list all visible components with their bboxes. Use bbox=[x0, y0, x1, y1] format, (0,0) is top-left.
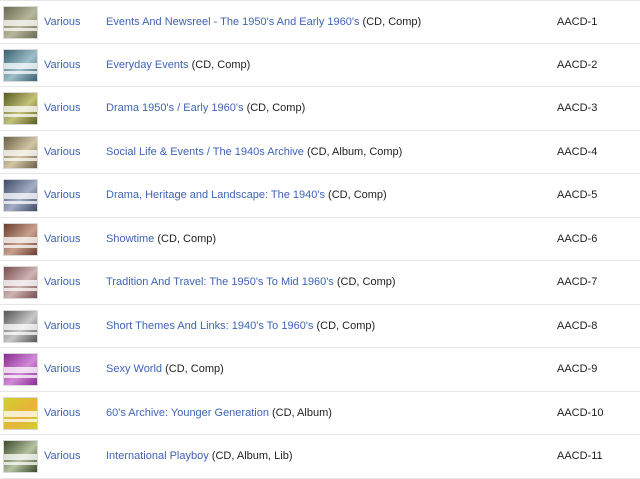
title-cell: 60's Archive: Younger Generation (CD, Al… bbox=[106, 392, 332, 435]
format-label: (CD, Comp) bbox=[191, 58, 251, 71]
catalog-number: AACD-3 bbox=[557, 102, 598, 114]
cover-thumbnail[interactable] bbox=[3, 440, 38, 473]
title-cell: Drama 1950's / Early 1960's (CD, Comp) bbox=[106, 87, 305, 130]
title-cell: Short Themes And Links: 1940's To 1960's… bbox=[106, 305, 375, 348]
artist-link[interactable]: Various bbox=[44, 261, 80, 304]
cover-thumbnail[interactable] bbox=[3, 309, 38, 343]
release-row: Various Short Themes And Links: 1940's T… bbox=[0, 305, 640, 348]
catalog-number: AACD-4 bbox=[557, 145, 598, 158]
release-title-link[interactable]: 60's Archive: Younger Generation bbox=[106, 407, 269, 419]
catalog-number: AACD-1 bbox=[557, 16, 598, 28]
catalog-number: AACD-8 bbox=[557, 319, 598, 332]
catalog-number: AACD-9 bbox=[557, 363, 598, 375]
artist-link[interactable]: Various bbox=[44, 44, 80, 87]
release-row: Various Tradition And Travel: The 1950's… bbox=[0, 261, 640, 305]
title-cell: Drama, Heritage and Landscape: The 1940'… bbox=[106, 174, 387, 217]
release-row: Various Everyday Events (CD, Comp) AACD-… bbox=[0, 44, 640, 87]
artist-link[interactable]: Various bbox=[44, 131, 80, 174]
artist-link[interactable]: Various bbox=[44, 174, 80, 217]
title-cell: Tradition And Travel: The 1950's To Mid … bbox=[106, 261, 396, 304]
format-label: (CD, Comp) bbox=[316, 319, 376, 332]
cover-thumbnail[interactable] bbox=[3, 92, 38, 125]
format-label: (CD, Comp) bbox=[165, 363, 224, 375]
release-title-link[interactable]: Everyday Events bbox=[106, 59, 189, 71]
release-title-link[interactable]: Drama, Heritage and Landscape: The 1940'… bbox=[106, 189, 325, 201]
title-cell: Social Life & Events / The 1940s Archive… bbox=[106, 131, 402, 174]
artist-link[interactable]: Various bbox=[44, 218, 80, 261]
format-label: (CD, Comp) bbox=[362, 16, 422, 28]
cover-thumbnail[interactable] bbox=[3, 179, 38, 212]
artist-link[interactable]: Various bbox=[44, 305, 80, 348]
release-row: Various Social Life & Events / The 1940s… bbox=[0, 131, 640, 174]
release-list: Various Events And Newsreel - The 1950's… bbox=[0, 0, 640, 479]
release-title-link[interactable]: Social Life & Events / The 1940s Archive bbox=[106, 146, 304, 158]
release-row: Various International Playboy (CD, Album… bbox=[0, 435, 640, 479]
cover-thumbnail[interactable] bbox=[3, 353, 38, 386]
release-title-link[interactable]: Tradition And Travel: The 1950's To Mid … bbox=[106, 276, 334, 288]
release-title-link[interactable]: International Playboy bbox=[106, 450, 209, 462]
format-label: (CD, Comp) bbox=[246, 102, 306, 114]
catalog-number: AACD-2 bbox=[557, 58, 598, 71]
title-cell: Events And Newsreel - The 1950's And Ear… bbox=[106, 1, 421, 44]
artist-link[interactable]: Various bbox=[44, 348, 80, 391]
release-row: Various Drama 1950's / Early 1960's (CD,… bbox=[0, 87, 640, 131]
release-row: Various 60's Archive: Younger Generation… bbox=[0, 392, 640, 435]
release-title-link[interactable]: Drama 1950's / Early 1960's bbox=[106, 102, 244, 114]
artist-link[interactable]: Various bbox=[44, 435, 80, 478]
catalog-number: AACD-6 bbox=[557, 232, 598, 245]
release-title-link[interactable]: Sexy World bbox=[106, 363, 162, 375]
catalog-number: AACD-10 bbox=[557, 406, 604, 419]
release-row: Various Events And Newsreel - The 1950's… bbox=[0, 0, 640, 44]
release-row: Various Drama, Heritage and Landscape: T… bbox=[0, 174, 640, 218]
format-label: (CD, Comp) bbox=[328, 189, 387, 201]
format-label: (CD, Album) bbox=[272, 406, 332, 419]
format-label: (CD, Album, Comp) bbox=[306, 145, 403, 158]
catalog-number: AACD-11 bbox=[557, 450, 603, 462]
cover-thumbnail[interactable] bbox=[3, 135, 38, 169]
title-cell: Sexy World (CD, Comp) bbox=[106, 348, 224, 391]
release-title-link[interactable]: Events And Newsreel - The 1950's And Ear… bbox=[106, 16, 359, 28]
cover-thumbnail[interactable] bbox=[3, 222, 38, 256]
release-row: Various Sexy World (CD, Comp) AACD-9 bbox=[0, 348, 640, 392]
release-title-link[interactable]: Short Themes And Links: 1940's To 1960's bbox=[106, 320, 313, 332]
format-label: (CD, Comp) bbox=[336, 276, 396, 288]
format-label: (CD, Album, Lib) bbox=[211, 450, 293, 462]
cover-thumbnail[interactable] bbox=[3, 48, 38, 82]
title-cell: International Playboy (CD, Album, Lib) bbox=[106, 435, 293, 478]
cover-thumbnail[interactable] bbox=[3, 396, 38, 430]
release-title-link[interactable]: Showtime bbox=[106, 233, 154, 245]
catalog-number: AACD-5 bbox=[557, 189, 598, 201]
catalog-number: AACD-7 bbox=[557, 276, 598, 288]
artist-link[interactable]: Various bbox=[44, 1, 80, 44]
cover-thumbnail[interactable] bbox=[3, 266, 38, 299]
title-cell: Showtime (CD, Comp) bbox=[106, 218, 216, 261]
format-label: (CD, Comp) bbox=[157, 232, 217, 245]
release-row: Various Showtime (CD, Comp) AACD-6 bbox=[0, 218, 640, 261]
cover-thumbnail[interactable] bbox=[3, 6, 38, 39]
title-cell: Everyday Events (CD, Comp) bbox=[106, 44, 250, 87]
artist-link[interactable]: Various bbox=[44, 392, 80, 435]
artist-link[interactable]: Various bbox=[44, 87, 80, 130]
